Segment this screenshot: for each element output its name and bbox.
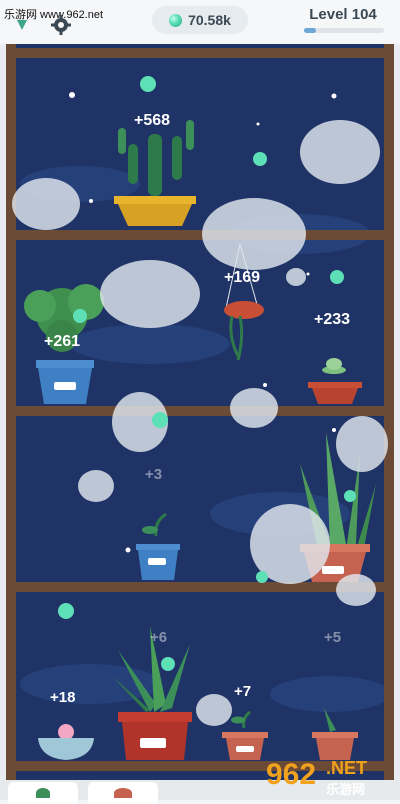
aloe-reward: +6 — [150, 629, 167, 646]
gem-icon — [169, 13, 183, 27]
small-sprout-reward: +7 — [234, 683, 251, 700]
pot-icon — [114, 788, 132, 798]
watermark-net: .NET — [326, 758, 367, 778]
plant-icon — [36, 788, 50, 798]
watermark-962: 962 — [266, 758, 316, 791]
gem-counter[interactable]: 70.58k — [152, 6, 248, 34]
cactus-reward: +568 — [134, 112, 170, 129]
shop-tab-button[interactable] — [8, 782, 78, 804]
succulent-reward: +233 — [314, 311, 350, 328]
download-icon[interactable] — [14, 18, 30, 32]
fern-reward: +261 — [44, 333, 80, 350]
collection-tab-button[interactable] — [88, 782, 158, 804]
level-label: Level 104 — [309, 6, 377, 23]
sprout-shelf3-reward: +3 — [145, 466, 162, 483]
level-progress-fill — [304, 28, 316, 33]
plant-shelf-scene[interactable]: +568 +169 +233 +261 +3 +6 +7 +18 +5 — [0, 44, 400, 784]
gear-icon[interactable] — [50, 14, 72, 36]
watermark-badge: 962 .NET 乐游网 — [266, 758, 367, 798]
corner-plant-reward: +5 — [324, 629, 341, 646]
hanging-plant-reward: +169 — [224, 269, 260, 286]
gem-count: 70.58k — [188, 12, 231, 28]
bowl-succulent-reward: +18 — [50, 689, 75, 706]
top-bar: 乐游网 www.962.net 70.58k Level 104 — [0, 0, 400, 44]
watermark-cn: 乐游网 — [326, 782, 365, 798]
level-progress-bar — [304, 28, 384, 33]
